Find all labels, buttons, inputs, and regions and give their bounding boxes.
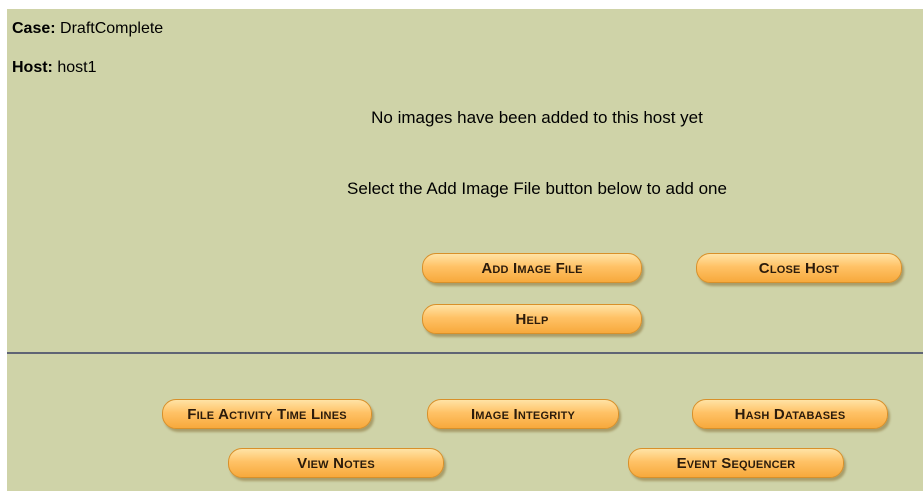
no-images-message: No images have been added to this host y… [371,108,703,127]
host-panel: Case: DraftComplete Host: host1 No image… [7,9,923,491]
app-window: Case: DraftComplete Host: host1 No image… [0,0,923,497]
event-sequencer-label: Event Sequencer [676,454,796,472]
case-line: Case: DraftComplete [12,20,163,38]
hash-databases-label: Hash Databases [734,405,846,423]
host-line: Host: host1 [12,59,96,77]
add-image-file-button[interactable]: Add Image File [422,253,642,283]
help-label: Help [515,310,549,328]
event-sequencer-button[interactable]: Event Sequencer [628,448,844,478]
image-integrity-button[interactable]: Image Integrity [427,399,619,429]
file-activity-time-lines-label: File Activity Time Lines [187,405,347,423]
hash-databases-button[interactable]: Hash Databases [692,399,888,429]
view-notes-label: View Notes [297,454,375,472]
case-label: Case: [12,20,56,37]
section-divider [7,352,923,354]
close-host-button[interactable]: Close Host [696,253,902,283]
case-name: DraftComplete [60,20,164,37]
view-notes-button[interactable]: View Notes [228,448,444,478]
help-button[interactable]: Help [422,304,642,334]
add-image-file-label: Add Image File [481,259,583,277]
file-activity-time-lines-button[interactable]: File Activity Time Lines [162,399,372,429]
host-label: Host: [12,59,53,76]
host-name: host1 [57,59,97,76]
add-image-instruction: Select the Add Image File button below t… [347,179,727,198]
image-integrity-label: Image Integrity [470,405,576,423]
close-host-label: Close Host [758,259,840,277]
